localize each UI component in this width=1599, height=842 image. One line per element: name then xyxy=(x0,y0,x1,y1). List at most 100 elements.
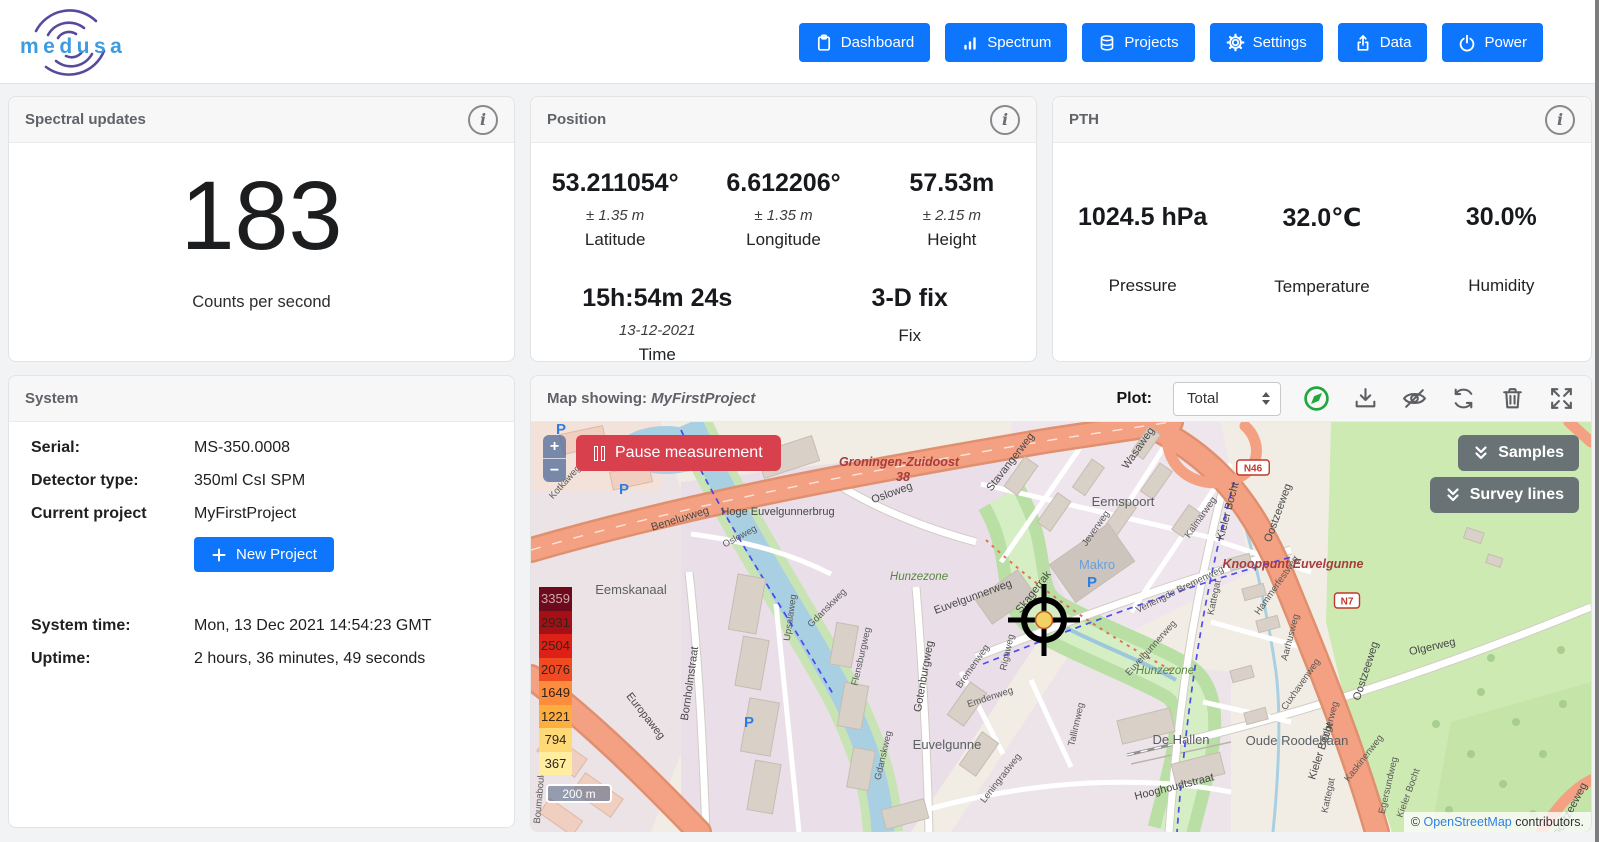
nav-dashboard-label: Dashboard xyxy=(841,34,914,51)
samples-button[interactable]: Samples xyxy=(1458,435,1579,471)
compass-button[interactable] xyxy=(1302,385,1330,413)
map-label: Oude Roodehaan xyxy=(1246,733,1349,748)
current-project-value: MyFirstProject xyxy=(194,504,296,523)
serial-row: Serial: MS-350.0008 xyxy=(31,438,498,457)
bar-chart-icon xyxy=(961,34,979,52)
samples-label: Samples xyxy=(1498,444,1564,462)
spectral-card-title: Spectral updates xyxy=(25,111,146,128)
temperature-value: 32.0℃ xyxy=(1232,203,1411,233)
fix-value: 3-D fix xyxy=(784,284,1037,313)
uptime-label: Uptime: xyxy=(31,649,194,668)
latitude-metric: 53.211054° ± 1.35 m Latitude xyxy=(531,169,699,250)
longitude-metric: 6.612206° ± 1.35 m Longitude xyxy=(699,169,867,250)
map-color-legend: 335929312504207616491221794367 xyxy=(539,587,572,775)
select-arrows-icon xyxy=(1262,392,1270,405)
map-label: Eemskanaal xyxy=(595,582,667,597)
map-label: De Hallen xyxy=(1152,732,1209,747)
map-card-header: Map showing: MyFirstProject Plot: Total xyxy=(531,376,1591,422)
nav-buttons: Dashboard Spectrum Projects xyxy=(799,23,1543,62)
nav-spectrum-button[interactable]: Spectrum xyxy=(945,23,1067,62)
parking-icon: P xyxy=(1087,574,1097,591)
attribution-suffix: contributors. xyxy=(1512,815,1584,829)
road-badge-label: N7 xyxy=(1341,597,1354,608)
position-card-header: Position i xyxy=(531,97,1036,143)
system-time-label: System time: xyxy=(31,616,194,635)
nav-power-label: Power xyxy=(1484,34,1527,51)
map-toolbar: Plot: Total xyxy=(1116,382,1575,416)
road-badge-label: N46 xyxy=(1244,464,1263,475)
counts-value: 183 xyxy=(9,165,514,267)
humidity-value: 30.0% xyxy=(1412,203,1591,232)
info-icon[interactable]: i xyxy=(1545,105,1575,135)
nav-spectrum-label: Spectrum xyxy=(987,34,1051,51)
new-project-button[interactable]: New Project xyxy=(194,537,334,572)
double-chevron-down-icon xyxy=(1445,487,1461,503)
nav-settings-button[interactable]: Settings xyxy=(1210,23,1323,62)
serial-value: MS-350.0008 xyxy=(194,438,290,457)
pth-card-header: PTH i xyxy=(1053,97,1591,143)
download-button[interactable] xyxy=(1351,385,1379,413)
upload-icon xyxy=(1354,34,1372,52)
nav-data-button[interactable]: Data xyxy=(1338,23,1428,62)
map-title: Map showing: MyFirstProject xyxy=(547,390,755,407)
pause-icon xyxy=(594,446,605,461)
current-project-row: Current project MyFirstProject xyxy=(31,504,498,523)
plot-label: Plot: xyxy=(1116,390,1152,408)
legend-cell: 2076 xyxy=(539,658,572,682)
uptime-row: Uptime: 2 hours, 36 minutes, 49 seconds xyxy=(31,649,498,668)
legend-cell: 794 xyxy=(539,728,572,752)
new-project-label: New Project xyxy=(236,546,317,563)
humidity-metric: 30.0% Humidity xyxy=(1412,203,1591,297)
eye-off-icon xyxy=(1401,385,1428,412)
time-value: 15h:54m 24s xyxy=(531,284,784,313)
scrollbar[interactable] xyxy=(1595,0,1599,842)
clipboard-icon xyxy=(815,34,833,52)
latitude-label: Latitude xyxy=(531,230,699,250)
time-label: Time xyxy=(531,345,784,365)
plus-icon xyxy=(211,547,227,563)
nav-projects-button[interactable]: Projects xyxy=(1082,23,1194,62)
expand-icon xyxy=(1548,385,1575,412)
fullscreen-button[interactable] xyxy=(1547,385,1575,413)
legend-cell: 1649 xyxy=(539,681,572,705)
info-icon[interactable]: i xyxy=(990,105,1020,135)
legend-cell: 3359 xyxy=(539,587,572,611)
system-card-header: System xyxy=(9,376,514,422)
legend-cell: 2931 xyxy=(539,611,572,635)
nav-dashboard-button[interactable]: Dashboard xyxy=(799,23,930,62)
navbar: medusa Dashboard Spectrum xyxy=(0,0,1599,84)
time-date: 13-12-2021 xyxy=(531,322,784,339)
delete-button[interactable] xyxy=(1498,385,1526,413)
counts-unit-label: Counts per second xyxy=(9,293,514,312)
longitude-value: 6.612206° xyxy=(699,169,867,198)
survey-lines-button[interactable]: Survey lines xyxy=(1430,477,1579,513)
pause-measurement-button[interactable]: Pause measurement xyxy=(576,435,781,471)
longitude-label: Longitude xyxy=(699,230,867,250)
system-card: System Serial: MS-350.0008 Detector type… xyxy=(8,375,515,828)
nav-projects-label: Projects xyxy=(1124,34,1178,51)
spectral-card-header: Spectral updates i xyxy=(9,97,514,143)
zoom-out-button[interactable]: − xyxy=(543,459,566,482)
openstreetmap-link[interactable]: OpenStreetMap xyxy=(1423,815,1511,829)
current-project-label: Current project xyxy=(31,504,194,523)
system-time-value: Mon, 13 Dec 2021 14:54:23 GMT xyxy=(194,616,431,635)
uptime-value: 2 hours, 36 minutes, 49 seconds xyxy=(194,649,425,668)
pth-card-title: PTH xyxy=(1069,111,1099,128)
map-label: Hunzezone xyxy=(890,571,948,583)
map-viewport[interactable]: N46N7 Groningen-Zuidoost38Hoge Euvelgunn… xyxy=(531,422,1591,832)
refresh-button[interactable] xyxy=(1449,385,1477,413)
map-title-project: MyFirstProject xyxy=(651,390,755,407)
time-metric: 15h:54m 24s 13-12-2021 Time xyxy=(531,284,784,365)
info-icon[interactable]: i xyxy=(468,105,498,135)
system-card-title: System xyxy=(25,390,78,407)
legend-cell: 2504 xyxy=(539,634,572,658)
compass-icon xyxy=(1303,385,1330,412)
temperature-metric: 32.0℃ Temperature xyxy=(1232,203,1411,297)
zoom-in-button[interactable]: + xyxy=(543,435,566,458)
map-attribution: © OpenStreetMap contributors. xyxy=(1404,812,1591,832)
plot-select[interactable]: Total xyxy=(1173,382,1281,416)
hide-layers-button[interactable] xyxy=(1400,385,1428,413)
map-label: Euvelgunne xyxy=(913,737,982,752)
detector-type-value: 350ml CsI SPM xyxy=(194,471,305,490)
nav-power-button[interactable]: Power xyxy=(1442,23,1543,62)
